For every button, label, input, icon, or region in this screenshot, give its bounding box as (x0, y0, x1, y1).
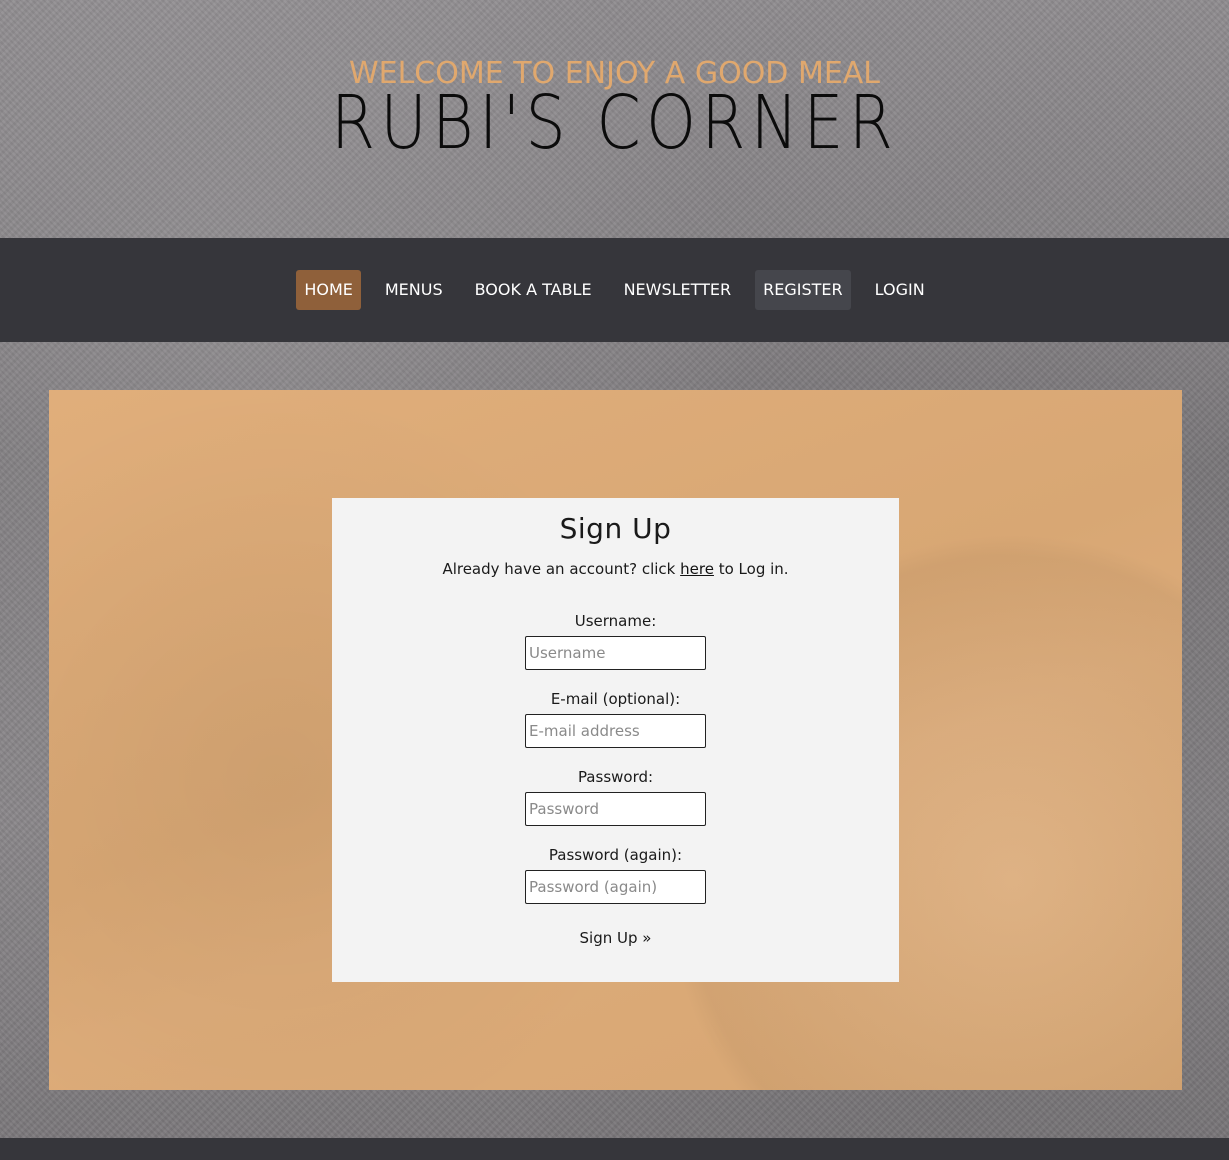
sign-up-button[interactable]: Sign Up » (556, 928, 676, 948)
username-label: Username: (574, 612, 657, 630)
login-prompt: Already have an account? click here to L… (332, 560, 899, 578)
password-again-label: Password (again): (548, 846, 683, 864)
password-label: Password: (577, 768, 654, 786)
login-prompt-suffix: to Log in. (718, 560, 789, 578)
site-brand: RUBI'S CORNER (330, 80, 899, 166)
nav-item-register[interactable]: REGISTER (755, 270, 851, 310)
nav-item-login[interactable]: LOGIN (867, 270, 933, 310)
nav-item-home[interactable]: HOME (296, 270, 361, 310)
login-prompt-text: Already have an account? click (442, 560, 676, 578)
signup-form-card: Sign Up Already have an account? click h… (332, 498, 899, 982)
main-navigation: HOME MENUS BOOK A TABLE NEWSLETTER REGIS… (0, 238, 1229, 342)
signup-title: Sign Up (559, 512, 672, 545)
login-here-link[interactable]: here (680, 560, 714, 578)
password-input[interactable] (525, 792, 706, 826)
nav-item-menus[interactable]: MENUS (377, 270, 451, 310)
username-input[interactable] (525, 636, 706, 670)
email-input[interactable] (525, 714, 706, 748)
footer-bar (0, 1138, 1229, 1160)
nav-list: HOME MENUS BOOK A TABLE NEWSLETTER REGIS… (0, 270, 1229, 310)
password-again-input[interactable] (525, 870, 706, 904)
nav-item-book-a-table[interactable]: BOOK A TABLE (467, 270, 600, 310)
email-label: E-mail (optional): (550, 690, 681, 708)
nav-item-newsletter[interactable]: NEWSLETTER (616, 270, 740, 310)
site-header: WELCOME TO ENJOY A GOOD MEAL RUBI'S CORN… (0, 0, 1229, 238)
